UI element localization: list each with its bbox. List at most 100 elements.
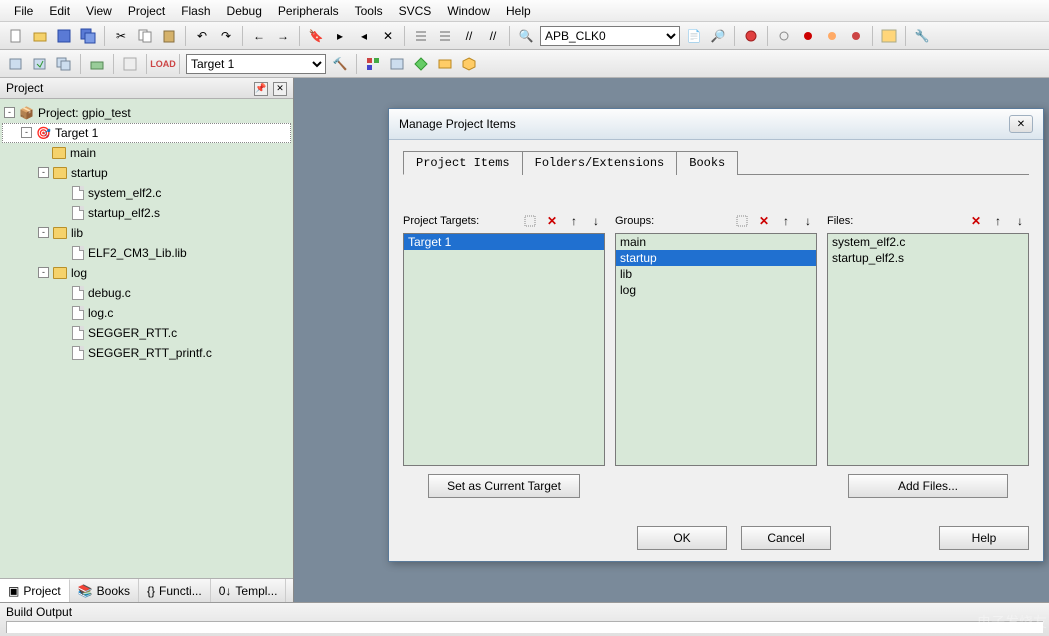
tree-file[interactable]: system_elf2.c [2, 183, 291, 203]
download-icon[interactable]: LOAD [153, 54, 173, 74]
list-item[interactable]: system_elf2.c [828, 234, 1028, 250]
breakpoint-disable-icon[interactable] [822, 26, 842, 46]
tree-file[interactable]: startup_elf2.s [2, 203, 291, 223]
tree-group-log[interactable]: - log [2, 263, 291, 283]
manage-multi-project-icon[interactable] [387, 54, 407, 74]
breakpoint-insert-icon[interactable] [774, 26, 794, 46]
comment-icon[interactable]: // [459, 26, 479, 46]
ptab-templates[interactable]: 0↓Templ... [211, 579, 287, 602]
ptab-books[interactable]: 📚Books [70, 579, 139, 602]
tree-file[interactable]: SEGGER_RTT.c [2, 323, 291, 343]
undo-icon[interactable]: ↶ [192, 26, 212, 46]
ok-button[interactable]: OK [637, 526, 727, 550]
delete-file-icon[interactable]: ✕ [967, 212, 985, 230]
search-combo[interactable]: APB_CLK0 [540, 26, 680, 46]
list-item[interactable]: log [616, 282, 816, 298]
outdent-icon[interactable] [435, 26, 455, 46]
move-down-icon[interactable]: ↓ [1011, 212, 1029, 230]
open-file-icon[interactable] [30, 26, 50, 46]
expand-icon[interactable]: - [4, 107, 15, 118]
menu-svcs[interactable]: SVCS [391, 2, 440, 20]
manage-project-items-icon[interactable] [363, 54, 383, 74]
dialog-titlebar[interactable]: Manage Project Items ✕ [389, 109, 1043, 140]
list-item[interactable]: startup [616, 250, 816, 266]
targets-listbox[interactable]: Target 1 [403, 233, 605, 466]
menu-window[interactable]: Window [439, 2, 498, 20]
tree-target[interactable]: - 🎯 Target 1 [2, 123, 291, 143]
menu-flash[interactable]: Flash [173, 2, 218, 20]
panel-pin-icon[interactable]: 📌 [254, 82, 268, 96]
move-down-icon[interactable]: ↓ [799, 212, 817, 230]
files-listbox[interactable]: system_elf2.c startup_elf2.s [827, 233, 1029, 466]
tree-group-startup[interactable]: - startup [2, 163, 291, 183]
menu-view[interactable]: View [78, 2, 120, 20]
ptab-functions[interactable]: {}Functi... [139, 579, 211, 602]
project-tree[interactable]: - 📦 Project: gpio_test - 🎯 Target 1 main… [0, 99, 293, 579]
build-output-box[interactable] [6, 621, 1043, 633]
breakpoint-kill-icon[interactable] [846, 26, 866, 46]
redo-icon[interactable]: ↷ [216, 26, 236, 46]
tree-root[interactable]: - 📦 Project: gpio_test [2, 103, 291, 123]
help-button[interactable]: Help [939, 526, 1029, 550]
menu-debug[interactable]: Debug [219, 2, 270, 20]
new-target-icon[interactable] [521, 212, 539, 230]
menu-project[interactable]: Project [120, 2, 173, 20]
groups-listbox[interactable]: main startup lib log [615, 233, 817, 466]
incremental-find-icon[interactable]: 🔎 [708, 26, 728, 46]
target-select[interactable]: Target 1 [186, 54, 326, 74]
menu-peripherals[interactable]: Peripherals [270, 2, 347, 20]
stop-build-icon[interactable] [120, 54, 140, 74]
breakpoint-enable-icon[interactable] [798, 26, 818, 46]
dialog-close-icon[interactable]: ✕ [1009, 115, 1033, 133]
tab-folders-extensions[interactable]: Folders/Extensions [522, 151, 678, 175]
tab-books[interactable]: Books [676, 151, 738, 175]
move-up-icon[interactable]: ↑ [565, 212, 583, 230]
options-target-icon[interactable]: 🔨 [330, 54, 350, 74]
expand-icon[interactable]: - [38, 267, 49, 278]
tab-project-items[interactable]: Project Items [403, 151, 523, 175]
debug-session-icon[interactable] [741, 26, 761, 46]
expand-icon[interactable]: - [21, 127, 32, 138]
find-icon[interactable]: 🔍 [516, 26, 536, 46]
translate-icon[interactable] [6, 54, 26, 74]
list-item[interactable]: lib [616, 266, 816, 282]
find-in-files-icon[interactable]: 📄 [684, 26, 704, 46]
uncomment-icon[interactable]: // [483, 26, 503, 46]
cut-icon[interactable]: ✂ [111, 26, 131, 46]
expand-icon[interactable]: - [38, 167, 49, 178]
indent-icon[interactable] [411, 26, 431, 46]
tree-file[interactable]: log.c [2, 303, 291, 323]
bookmark-clear-icon[interactable]: ✕ [378, 26, 398, 46]
save-icon[interactable] [54, 26, 74, 46]
expand-icon[interactable]: - [38, 227, 49, 238]
set-current-target-button[interactable]: Set as Current Target [428, 474, 580, 498]
bookmark-icon[interactable]: 🔖 [306, 26, 326, 46]
tree-file[interactable]: ELF2_CM3_Lib.lib [2, 243, 291, 263]
batch-build-icon[interactable] [87, 54, 107, 74]
tree-file[interactable]: SEGGER_RTT_printf.c [2, 343, 291, 363]
delete-target-icon[interactable]: ✕ [543, 212, 561, 230]
manage-rte-icon[interactable] [411, 54, 431, 74]
tree-group-lib[interactable]: - lib [2, 223, 291, 243]
menu-tools[interactable]: Tools [347, 2, 391, 20]
paste-icon[interactable] [159, 26, 179, 46]
save-all-icon[interactable] [78, 26, 98, 46]
new-file-icon[interactable] [6, 26, 26, 46]
bookmark-next-icon[interactable]: ▸ [330, 26, 350, 46]
panel-close-icon[interactable]: ✕ [273, 82, 287, 96]
pack-installer-icon[interactable] [459, 54, 479, 74]
delete-group-icon[interactable]: ✕ [755, 212, 773, 230]
move-up-icon[interactable]: ↑ [777, 212, 795, 230]
cancel-button[interactable]: Cancel [741, 526, 831, 550]
list-item[interactable]: main [616, 234, 816, 250]
window-layout-icon[interactable] [879, 26, 899, 46]
rebuild-icon[interactable] [54, 54, 74, 74]
menu-edit[interactable]: Edit [41, 2, 78, 20]
configure-icon[interactable]: 🔧 [912, 26, 932, 46]
build-icon[interactable] [30, 54, 50, 74]
ptab-project[interactable]: ▣Project [0, 579, 70, 602]
menu-help[interactable]: Help [498, 2, 539, 20]
new-group-icon[interactable] [733, 212, 751, 230]
move-down-icon[interactable]: ↓ [587, 212, 605, 230]
menu-file[interactable]: File [6, 2, 41, 20]
